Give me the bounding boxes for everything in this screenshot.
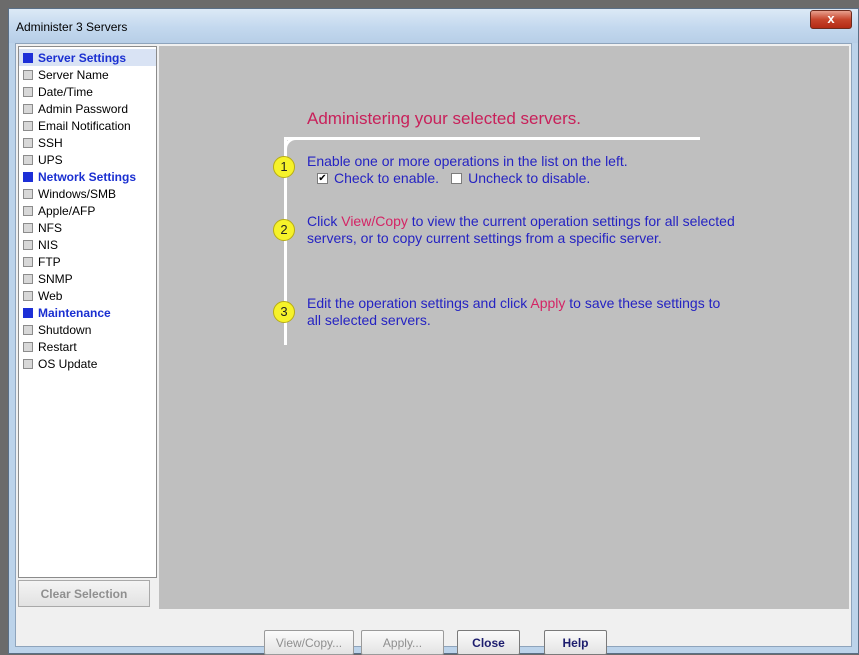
sidebar-item-label: Email Notification bbox=[38, 118, 131, 133]
checkbox-icon[interactable] bbox=[23, 273, 33, 284]
checked-box-icon: ✔ bbox=[317, 172, 328, 184]
apply-highlight: Apply bbox=[530, 295, 566, 311]
step-1-text: Enable one or more operations in the lis… bbox=[307, 153, 628, 169]
help-button[interactable]: Help bbox=[544, 630, 607, 655]
checkbox-icon[interactable] bbox=[23, 239, 33, 250]
dialog-body: Server Settings Server Name Date/Time Admin… bbox=[15, 43, 852, 655]
group-marker-icon[interactable] bbox=[23, 171, 33, 182]
sidebar-item-label: NFS bbox=[38, 220, 62, 235]
sidebar-item-web[interactable]: Web bbox=[19, 287, 156, 304]
sidebar-item-label: Web bbox=[38, 288, 63, 303]
sidebar-item-ftp[interactable]: FTP bbox=[19, 253, 156, 270]
checkbox-icon[interactable] bbox=[23, 69, 33, 80]
sidebar-item-admin-password[interactable]: Admin Password bbox=[19, 100, 156, 117]
sidebar-item-label: Apple/AFP bbox=[38, 203, 96, 218]
close-icon: x bbox=[827, 11, 835, 26]
window-title: Administer 3 Servers bbox=[16, 20, 128, 34]
view-copy-highlight: View/Copy bbox=[341, 213, 408, 229]
sidebar-item-label: SSH bbox=[38, 135, 63, 150]
divider-horizontal bbox=[286, 137, 700, 140]
sidebar-item-label: Server Settings bbox=[38, 50, 127, 65]
close-window-button[interactable]: x bbox=[810, 10, 852, 29]
checkbox-icon[interactable] bbox=[23, 324, 33, 335]
divider-corner bbox=[284, 137, 301, 154]
sidebar-item-label: Admin Password bbox=[38, 101, 129, 116]
sidebar-item-server-name[interactable]: Server Name bbox=[19, 66, 156, 83]
sidebar-item-ssh[interactable]: SSH bbox=[19, 134, 156, 151]
instructions-heading: Administering your selected servers. bbox=[307, 109, 582, 128]
sidebar-item-label: Server Name bbox=[38, 67, 109, 82]
checkbox-icon[interactable] bbox=[23, 86, 33, 97]
sidebar-item-ups[interactable]: UPS bbox=[19, 151, 156, 168]
sidebar-item-label: Windows/SMB bbox=[38, 186, 117, 201]
checkbox-icon[interactable] bbox=[23, 256, 33, 267]
sidebar-item-shutdown[interactable]: Shutdown bbox=[19, 321, 156, 338]
checkbox-icon[interactable] bbox=[23, 222, 33, 233]
sidebar-item-windows-smb[interactable]: Windows/SMB bbox=[19, 185, 156, 202]
sidebar-item-label: UPS bbox=[38, 152, 63, 167]
sidebar-item-label: OS Update bbox=[38, 356, 98, 371]
sidebar-item-label: Network Settings bbox=[38, 169, 137, 184]
checkbox-icon[interactable] bbox=[23, 188, 33, 199]
administer-servers-dialog: Administer 3 Servers x Server Settings Se… bbox=[8, 8, 859, 655]
sidebar-item-date-time[interactable]: Date/Time bbox=[19, 83, 156, 100]
checked-legend-label: Check to enable. bbox=[334, 170, 440, 186]
checkbox-icon[interactable] bbox=[23, 103, 33, 114]
sidebar-item-email-notification[interactable]: Email Notification bbox=[19, 117, 156, 134]
sidebar-item-os-update[interactable]: OS Update bbox=[19, 355, 156, 372]
clear-selection-button[interactable]: Clear Selection bbox=[18, 580, 150, 607]
step-1-badge: 1 bbox=[273, 156, 295, 178]
step-3-text: Edit the operation settings and click Ap… bbox=[307, 295, 721, 328]
checkbox-icon[interactable] bbox=[23, 154, 33, 165]
sidebar-item-nfs[interactable]: NFS bbox=[19, 219, 156, 236]
sidebar-item-label: Restart bbox=[38, 339, 77, 354]
sidebar-item-label: NIS bbox=[38, 237, 59, 252]
sidebar-item-label: Maintenance bbox=[38, 305, 111, 320]
sidebar-item-label: FTP bbox=[38, 254, 61, 269]
sidebar-item-label: SNMP bbox=[38, 271, 73, 286]
sidebar-item-label: Shutdown bbox=[38, 322, 92, 337]
step-2-badge: 2 bbox=[273, 219, 295, 241]
instructions-panel: Administering your selected servers. 1 E… bbox=[159, 46, 849, 609]
checkbox-icon[interactable] bbox=[23, 120, 33, 131]
checkbox-icon[interactable] bbox=[23, 205, 33, 216]
checkbox-icon[interactable] bbox=[23, 358, 33, 369]
sidebar-item-snmp[interactable]: SNMP bbox=[19, 270, 156, 287]
sidebar-item-restart[interactable]: Restart bbox=[19, 338, 156, 355]
checkbox-icon[interactable] bbox=[23, 137, 33, 148]
operations-list: Server Settings Server Name Date/Time Admin… bbox=[18, 46, 157, 578]
sidebar-item-label: Date/Time bbox=[38, 84, 93, 99]
step-3-badge: 3 bbox=[273, 301, 295, 323]
sidebar-group-server-settings[interactable]: Server Settings bbox=[19, 49, 156, 66]
sidebar-item-nis[interactable]: NIS bbox=[19, 236, 156, 253]
sidebar-group-network-settings[interactable]: Network Settings bbox=[19, 168, 156, 185]
sidebar-item-apple-afp[interactable]: Apple/AFP bbox=[19, 202, 156, 219]
view-copy-button[interactable]: View/Copy... bbox=[264, 630, 354, 655]
checkbox-legend: ✔ Check to enable. Uncheck to disable. bbox=[317, 170, 590, 186]
sidebar-group-maintenance[interactable]: Maintenance bbox=[19, 304, 156, 321]
title-bar[interactable]: Administer 3 Servers x bbox=[9, 9, 858, 43]
group-marker-icon[interactable] bbox=[23, 307, 33, 318]
group-marker-icon[interactable] bbox=[23, 52, 33, 63]
checkbox-icon[interactable] bbox=[23, 341, 33, 352]
step-2-text: Click View/Copy to view the current oper… bbox=[307, 213, 735, 246]
apply-button[interactable]: Apply... bbox=[361, 630, 444, 655]
unchecked-box-icon bbox=[451, 172, 463, 184]
unchecked-legend-label: Uncheck to disable. bbox=[468, 170, 591, 186]
checkbox-icon[interactable] bbox=[23, 290, 33, 301]
close-button[interactable]: Close bbox=[457, 630, 520, 655]
